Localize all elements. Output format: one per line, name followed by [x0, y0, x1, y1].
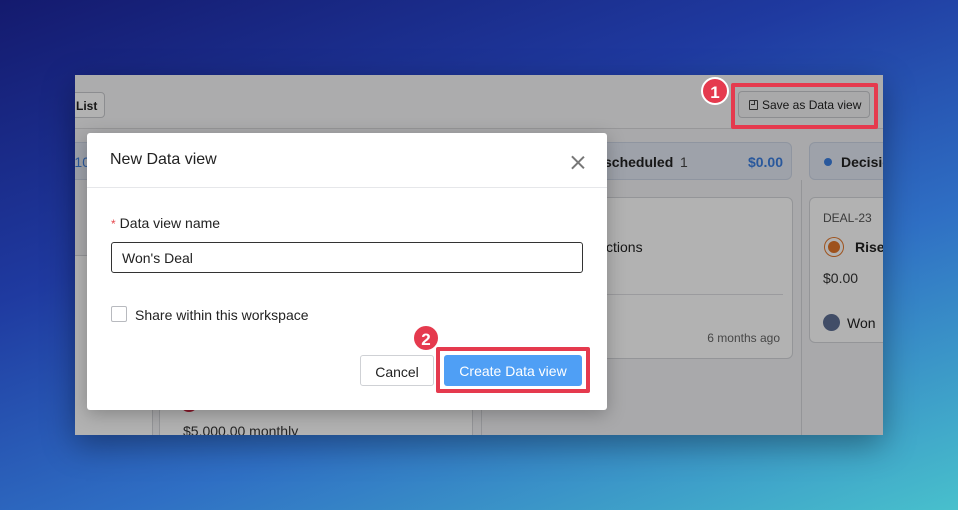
- field-label-text: Data view name: [119, 215, 221, 231]
- required-asterisk: *: [111, 217, 116, 231]
- close-icon[interactable]: [571, 155, 585, 169]
- highlight-box-step-2: [436, 347, 590, 393]
- dialog-title: New Data view: [110, 151, 217, 168]
- step-badge-1: 1: [701, 77, 729, 105]
- share-workspace-label: Share within this workspace: [135, 307, 309, 323]
- dialog-header: New Data view: [87, 133, 607, 188]
- highlight-box-step-1: [731, 83, 878, 129]
- data-view-name-input[interactable]: [111, 242, 583, 273]
- cancel-button[interactable]: Cancel: [360, 355, 434, 386]
- step-badge-2: 2: [412, 324, 440, 352]
- data-view-name-label: * Data view name: [111, 215, 220, 231]
- share-workspace-checkbox[interactable]: [111, 306, 127, 322]
